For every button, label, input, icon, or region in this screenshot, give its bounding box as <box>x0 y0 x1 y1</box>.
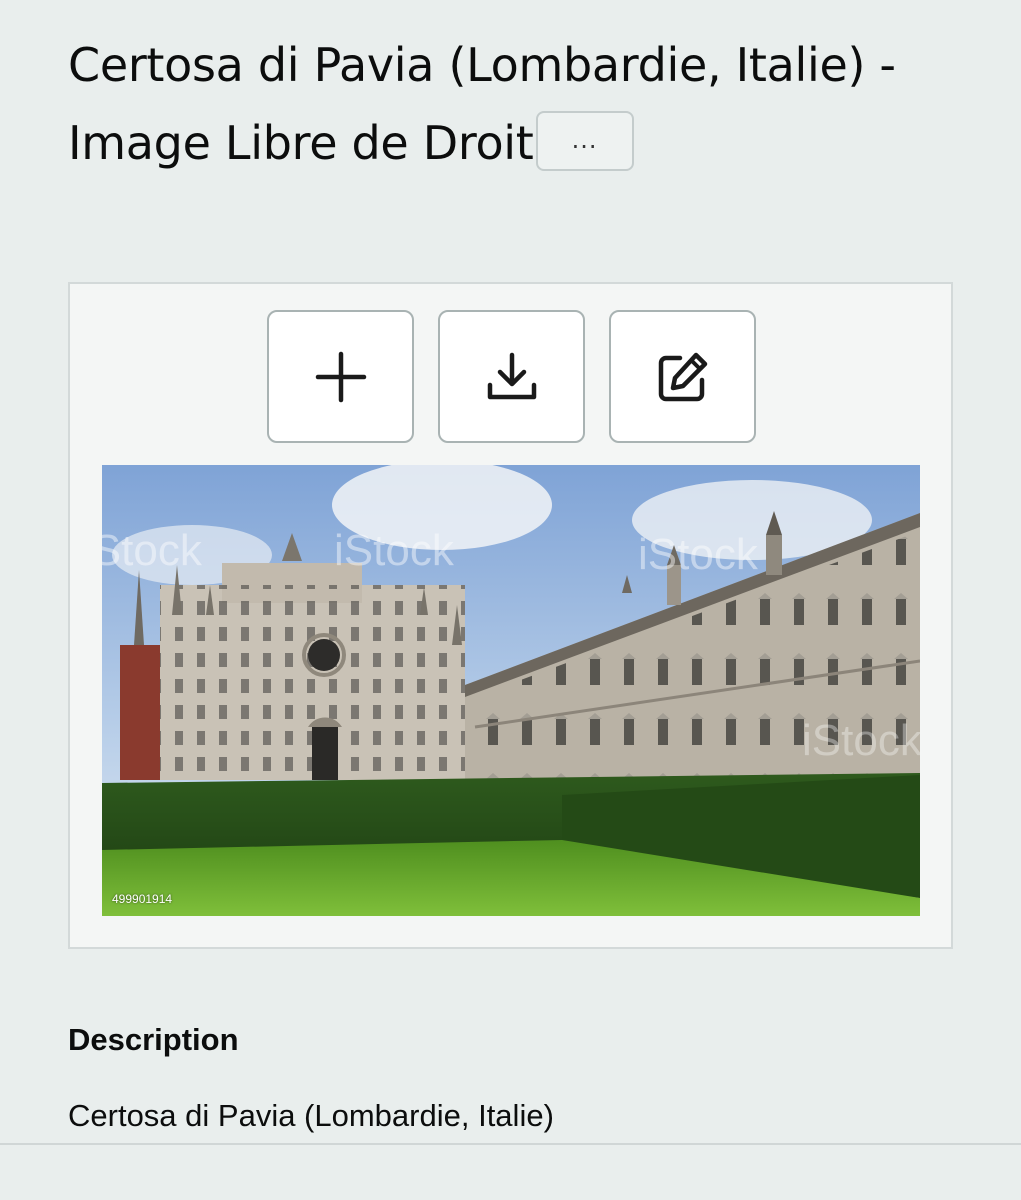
page: Certosa di Pavia (Lombardie, Italie) - I… <box>0 0 1021 1200</box>
add-button[interactable] <box>267 310 414 443</box>
image-id-label: 499901914 <box>112 892 173 906</box>
more-button[interactable]: ... <box>535 110 634 171</box>
watermark-lower-right: iStock <box>802 716 920 765</box>
page-title: Certosa di Pavia (Lombardie, Italie) - I… <box>68 26 968 182</box>
edit-button[interactable] <box>609 310 756 443</box>
image-card: iStock iStock iStock iStock 499901914 <box>68 282 953 949</box>
page-title-text: Certosa di Pavia (Lombardie, Italie) - I… <box>68 38 896 170</box>
description-text: Certosa di Pavia (Lombardie, Italie) <box>68 1098 554 1133</box>
stock-photo[interactable]: iStock iStock iStock iStock 499901914 <box>102 465 920 916</box>
plus-icon <box>315 351 366 402</box>
bottom-bar <box>0 1143 1021 1200</box>
watermark-center: iStock <box>334 526 455 575</box>
description-heading: Description <box>68 1022 239 1057</box>
download-button[interactable] <box>438 310 585 443</box>
action-toolbar <box>267 310 756 443</box>
watermark-left: iStock <box>102 526 203 575</box>
watermark-right: iStock <box>638 530 759 579</box>
certosa-photo: iStock iStock iStock iStock <box>102 465 920 916</box>
download-icon <box>487 352 536 399</box>
edit-icon <box>658 352 707 401</box>
